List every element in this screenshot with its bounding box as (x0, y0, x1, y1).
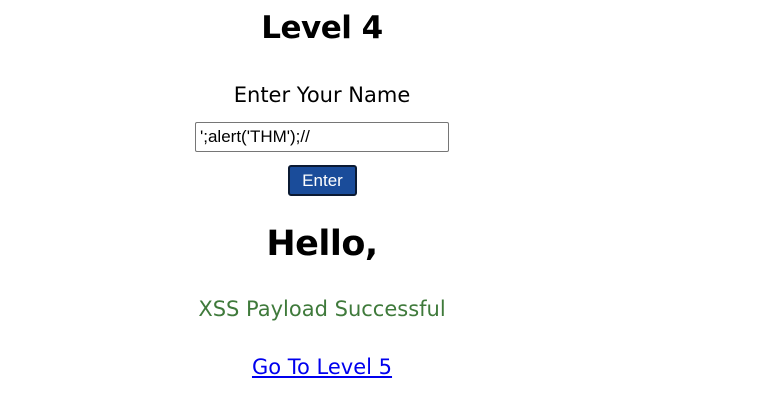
enter-button[interactable]: Enter (288, 165, 357, 196)
name-input[interactable] (195, 122, 449, 152)
next-level-link-wrapper: Go To Level 5 (0, 355, 644, 379)
payload-status-message: XSS Payload Successful (198, 297, 446, 321)
name-prompt-label: Enter Your Name (233, 83, 411, 107)
next-level-link[interactable]: Go To Level 5 (252, 355, 392, 379)
page-title: Level 4 (261, 10, 383, 46)
level-page: Level 4 Enter Your Name Enter Hello, XSS… (0, 0, 783, 419)
greeting-heading: Hello, (266, 224, 378, 264)
